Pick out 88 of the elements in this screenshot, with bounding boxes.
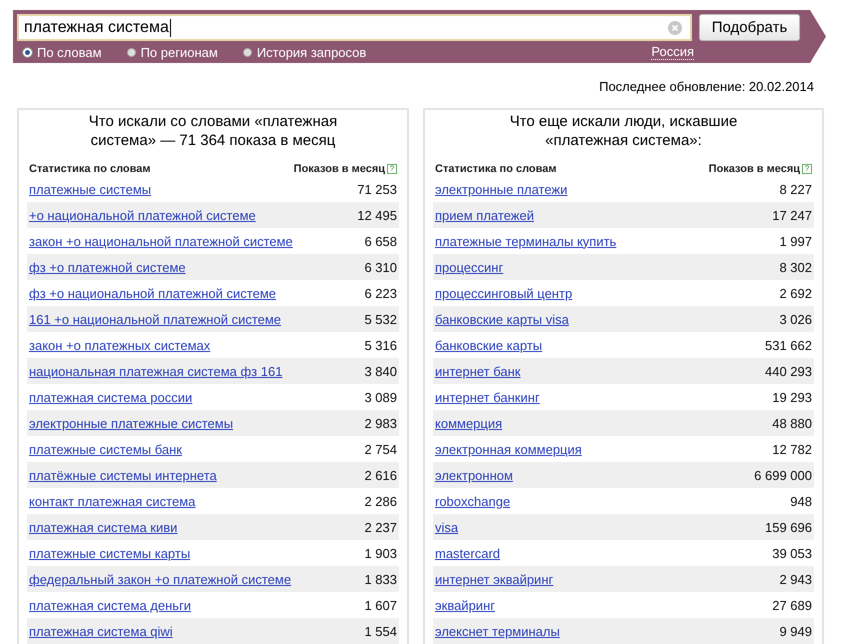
last-update-text: Последнее обновление: 20.02.2014 [598,79,815,95]
keyword-link[interactable]: +о национальной платежной системе [29,208,256,222]
count-cell: 27 689 [772,598,812,612]
keyword-link[interactable]: банковские карты [435,338,542,352]
count-cell: 1 554 [364,624,397,638]
keyword-link[interactable]: эквайринг [435,598,495,612]
keyword-link[interactable]: элекснет терминалы [435,624,560,638]
count-cell: 2 237 [364,520,397,534]
keyword-link[interactable]: интернет банкинг [435,390,540,404]
count-cell: 12 782 [772,442,812,456]
column-header: Показов в месяц [294,162,385,174]
count-cell: 6 223 [364,286,397,300]
keyword-link[interactable]: roboxchange [435,494,510,508]
count-cell: 5 316 [364,338,397,352]
mode-radio[interactable]: По словам [23,44,102,60]
keyword-link[interactable]: коммерция [435,416,502,430]
count-cell: 12 495 [357,208,397,222]
keyword-link[interactable]: платежные системы карты [29,546,190,560]
keyword-link[interactable]: закон +о национальной платежной системе [29,234,293,248]
keyword-link[interactable]: платежные системы банк [29,442,182,456]
count-cell: 2 616 [364,468,397,482]
count-cell: 19 293 [772,390,812,404]
count-cell: 3 026 [779,312,812,326]
keyword-link[interactable]: фз +о платежной системе [29,260,186,274]
count-cell: 1 833 [364,572,397,586]
keyword-link[interactable]: электронные платежи [435,182,568,196]
keyword-link[interactable]: платежная система киви [29,520,178,534]
keyword-link[interactable]: платежные системы [29,182,152,196]
keyword-link[interactable]: закон +о платежных системах [29,338,210,352]
count-cell: 2 692 [779,286,812,300]
keyword-link[interactable]: платежная система qiwi [29,624,173,638]
search-field[interactable]: платежная система [17,14,692,41]
column-header: Показов в месяц [708,162,800,174]
panel-title: Что искали со словами «платежная система» — 71 364 показа в месяц [88,112,338,151]
mode-radio[interactable]: История запросов [242,44,366,60]
count-cell: 48 880 [772,416,812,430]
keyword-link[interactable]: платежные терминалы купить [435,234,616,248]
count-cell: 5 532 [364,312,397,326]
keyword-link[interactable]: платежная система россии [29,390,192,404]
column-header: Статистика по словам [29,162,151,174]
column-header: Статистика по словам [435,162,557,174]
count-cell: 531 662 [765,338,812,352]
keyword-link[interactable]: федеральный закон +о платежной системе [29,572,292,586]
count-cell: 2 286 [364,494,397,508]
count-cell: 39 053 [772,546,812,560]
count-cell: 3 840 [364,364,397,378]
count-cell: 1 903 [364,546,397,560]
keyword-link[interactable]: платёжные системы интернета [29,468,217,482]
keyword-link[interactable]: интернет эквайринг [435,572,554,586]
count-cell: 2 943 [779,572,812,586]
keyword-link[interactable]: контакт платежная система [29,494,196,508]
count-cell: 159 696 [765,520,812,534]
count-cell: 6 310 [364,260,397,274]
count-cell: 8 302 [779,260,812,274]
count-cell: 2 983 [364,416,397,430]
count-cell: 1 997 [779,234,812,248]
keyword-link[interactable]: 161 +о национальной платежной системе [29,312,282,326]
keyword-link[interactable]: интернет банк [435,364,520,378]
count-cell: 8 227 [779,182,812,196]
count-cell: 1 607 [364,598,397,612]
keyword-link[interactable]: платежная система деньги [29,598,192,612]
keyword-link[interactable]: visa [435,520,458,534]
keyword-link[interactable]: процессинг [435,260,504,274]
count-cell: 17 247 [772,208,812,222]
count-cell: 9 949 [779,624,812,638]
keyword-link[interactable]: фз +о национальной платежной системе [29,286,276,300]
keyword-link[interactable]: электронная коммерция [435,442,582,456]
region-link[interactable]: Россия [651,44,694,60]
panel-title: Что еще искали люди, искавшие «платежная система»: [508,112,738,151]
keyword-link[interactable]: процессинговый центр [435,286,572,300]
count-cell: 948 [790,494,812,508]
count-cell: 3 089 [364,390,397,404]
count-cell: 6 658 [364,234,397,248]
count-cell: 6 699 000 [754,468,812,482]
mode-radio[interactable]: По регионам [126,44,218,60]
keyword-link[interactable]: электронные платежные системы [29,416,234,430]
keyword-link[interactable]: электронном [435,468,513,482]
pick-button[interactable]: Подобрать [699,14,800,41]
count-cell: 71 253 [357,182,397,196]
clear-icon[interactable] [668,20,682,34]
keyword-link[interactable]: прием платежей [435,208,534,222]
count-cell: 2 754 [364,442,397,456]
keyword-link[interactable]: mastercard [435,546,500,560]
help-icon[interactable]: ? [802,164,812,174]
count-cell: 440 293 [765,364,812,378]
keyword-link[interactable]: национальная платежная система фз 161 [29,364,282,378]
help-icon[interactable]: ? [387,164,397,174]
keyword-link[interactable]: банковские карты visa [435,312,569,326]
